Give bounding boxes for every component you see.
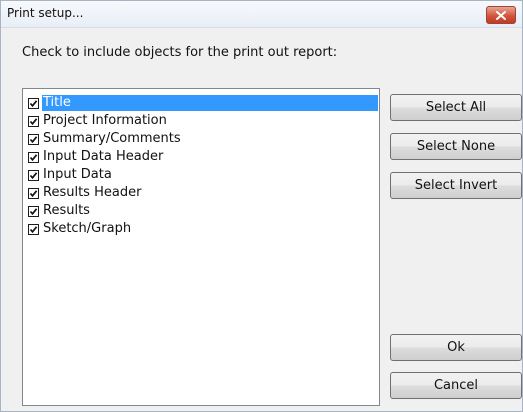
checkmark-icon — [29, 189, 38, 197]
checkmark-icon — [29, 153, 38, 161]
checkbox[interactable] — [28, 151, 39, 163]
list-item-title[interactable]: Title — [28, 94, 378, 112]
dialog-title: Print setup... — [7, 6, 84, 20]
checkmark-icon — [29, 207, 38, 215]
list-item-sketch-graph[interactable]: Sketch/Graph — [28, 220, 378, 238]
list-item-label: Input Data — [43, 167, 112, 182]
close-icon — [496, 10, 506, 20]
print-setup-dialog: Print setup... Check to include objects … — [0, 0, 523, 412]
list-item-label: Summary/Comments — [43, 131, 181, 146]
list-item-summary-comments[interactable]: Summary/Comments — [28, 130, 378, 148]
list-item-input-data-header[interactable]: Input Data Header — [28, 148, 378, 166]
checkbox[interactable] — [28, 115, 39, 127]
title-bar[interactable]: Print setup... — [1, 1, 522, 28]
objects-checklist[interactable]: Title Project Information Summary/Commen… — [22, 88, 380, 406]
list-item-label: Results Header — [43, 185, 142, 200]
checkmark-icon — [29, 171, 38, 179]
checkmark-icon — [29, 99, 38, 107]
list-item-label: Input Data Header — [43, 149, 164, 164]
list-item-label: Project Information — [43, 113, 167, 128]
list-item-label: Results — [43, 203, 90, 218]
checkbox[interactable] — [28, 187, 39, 199]
checkmark-icon — [29, 117, 38, 125]
checkbox[interactable] — [28, 133, 39, 145]
list-item-label: Title — [42, 95, 378, 111]
checkbox[interactable] — [28, 97, 39, 109]
instruction-text: Check to include objects for the print o… — [22, 45, 338, 60]
checkbox[interactable] — [28, 169, 39, 181]
select-invert-button[interactable]: Select Invert — [390, 172, 522, 199]
close-button[interactable] — [486, 6, 516, 24]
list-item-input-data[interactable]: Input Data — [28, 166, 378, 184]
list-item-results[interactable]: Results — [28, 202, 378, 220]
list-item-results-header[interactable]: Results Header — [28, 184, 378, 202]
ok-button[interactable]: Ok — [390, 334, 522, 361]
checkbox[interactable] — [28, 205, 39, 217]
cancel-button[interactable]: Cancel — [390, 372, 522, 399]
select-none-button[interactable]: Select None — [390, 133, 522, 160]
list-item-project-information[interactable]: Project Information — [28, 112, 378, 130]
select-all-button[interactable]: Select All — [390, 94, 522, 121]
checkmark-icon — [29, 225, 38, 233]
checkbox[interactable] — [28, 223, 39, 235]
list-item-label: Sketch/Graph — [43, 221, 132, 236]
checkmark-icon — [29, 135, 38, 143]
